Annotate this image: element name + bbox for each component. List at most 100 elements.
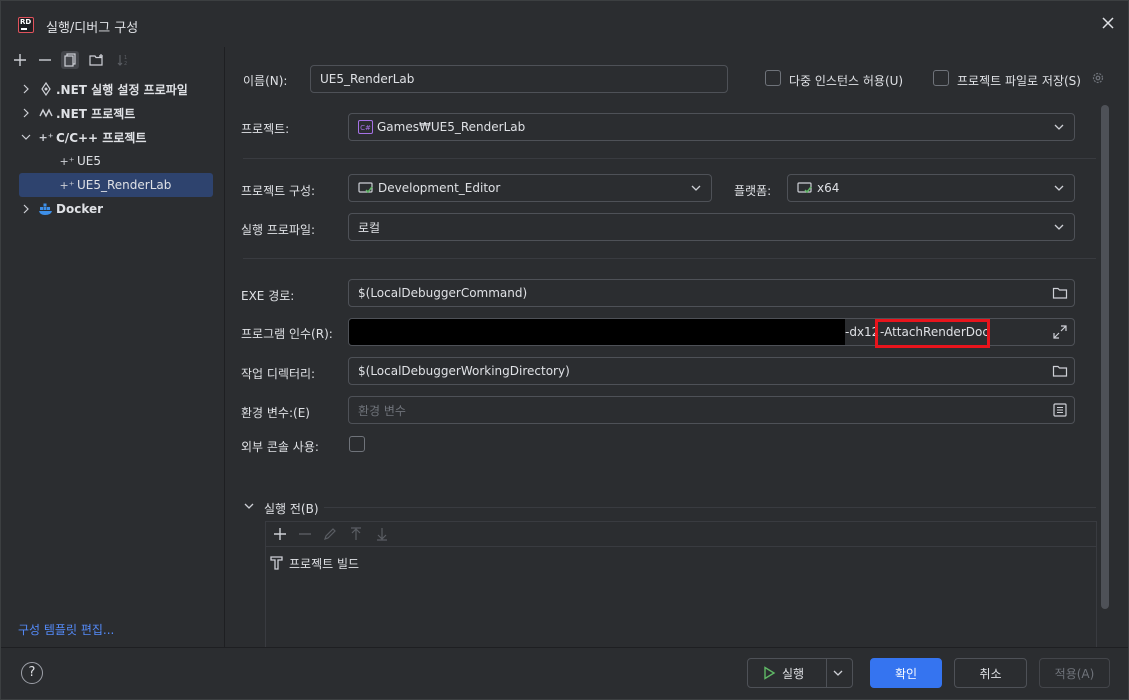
run-debug-config-dialog: RD 실행/디버그 구성 12 .NET 실행 설정 프로파일 .NET 프로젝… [0,0,1129,700]
multi-instance-label: 다중 인스턴스 허용(U) [789,74,904,88]
add-icon[interactable] [11,51,29,69]
remove-icon[interactable] [297,526,313,542]
launch-profile-combo[interactable]: 로컬 [348,213,1075,241]
expand-icon[interactable] [1052,324,1068,340]
project-config-label: 프로젝트 구성: [241,184,316,198]
folder-icon[interactable] [1052,285,1068,301]
chevron-right-icon[interactable] [18,105,34,121]
before-launch-list: 프로젝트 빌드 [265,521,1097,647]
tree-item-label: .NET 실행 설정 프로파일 [56,82,188,97]
run-icon [764,666,776,680]
dialog-footer: ? 실행 확인 취소 적용(A) [1,647,1128,699]
edit-icon[interactable] [322,526,338,542]
window-title: 실행/디버그 구성 [46,21,139,36]
remove-icon[interactable] [36,51,54,69]
scrollbar[interactable] [1101,105,1109,609]
program-args-label: 프로그램 인수(R): [241,327,333,341]
exe-path-value: $(LocalDebuggerCommand) [358,286,528,300]
name-field[interactable]: UE5_RenderLab [310,65,728,93]
list-edit-icon[interactable] [1052,402,1068,418]
working-dir-value: $(LocalDebuggerWorkingDirectory) [358,364,570,378]
tree-item-label: .NET 프로젝트 [56,106,136,121]
redacted-region [349,319,845,345]
store-project-label: 프로젝트 파일로 저장(S) [957,74,1081,88]
working-dir-label: 작업 디렉터리: [241,367,316,381]
platform-icon [797,180,813,196]
dotnet-launch-icon [38,81,54,97]
project-combo[interactable]: C# Games₩UE5_RenderLab [348,113,1075,141]
chevron-down-icon [1054,224,1064,230]
before-launch-toolbar [266,522,1096,547]
tree-item-label: Docker [56,202,104,216]
tree-toolbar: 12 [1,47,225,71]
copy-icon[interactable] [61,51,79,69]
store-project-checkbox[interactable] [933,70,949,86]
dotnet-project-icon [38,105,54,121]
cpp-icon: +⁺ [59,178,75,192]
before-launch-item-label: 프로젝트 빌드 [289,556,360,571]
cpp-icon: +⁺ [59,154,75,168]
help-button[interactable]: ? [21,662,43,684]
separator [243,158,1096,159]
chevron-down-icon [1054,185,1064,191]
new-folder-icon[interactable] [88,51,106,69]
config-icon [358,180,374,196]
chevron-down-icon[interactable] [18,129,34,145]
cpp-icon: +⁺ [38,130,54,144]
env-field[interactable]: 환경 변수 [348,396,1075,424]
logo-text: RD [20,18,32,26]
env-label: 환경 변수:(E) [241,406,310,420]
tree-item-ue5-renderlab[interactable]: +⁺ UE5_RenderLab [19,173,213,197]
config-form: 이름(N): UE5_RenderLab 다중 인스턴스 허용(U) 프로젝트 … [226,47,1128,647]
platform-label: 플랫폼: [734,184,772,198]
separator [324,507,1096,508]
folder-icon[interactable] [1052,363,1068,379]
run-split-button[interactable]: 실행 [747,658,853,688]
sort-icon[interactable]: 12 [114,51,132,69]
hammer-icon [270,556,283,570]
chevron-right-icon[interactable] [18,81,34,97]
before-launch-item[interactable]: 프로젝트 빌드 [269,554,359,572]
docker-icon [38,201,54,217]
tree-item-dotnet-launch[interactable]: .NET 실행 설정 프로파일 [18,77,188,101]
env-placeholder: 환경 변수 [358,403,406,418]
tree-item-label: C/C++ 프로젝트 [56,130,147,145]
tree-item-ue5[interactable]: +⁺ UE5 [59,149,101,173]
config-tree-panel: 12 .NET 실행 설정 프로파일 .NET 프로젝트 +⁺ C/C++ 프로… [1,47,225,647]
before-launch-label[interactable]: 실행 전(B) [264,500,319,517]
working-dir-field[interactable]: $(LocalDebuggerWorkingDirectory) [348,357,1075,385]
launch-profile-label: 실행 프로파일: [241,223,316,237]
platform-combo[interactable]: x64 [787,174,1075,202]
add-icon[interactable] [272,526,288,542]
launch-profile-value: 로컬 [358,220,381,235]
external-console-label: 외부 콘솔 사용: [241,440,319,454]
gear-icon[interactable] [1091,71,1105,85]
chevron-down-icon[interactable] [832,667,844,679]
project-config-combo[interactable]: Development_Editor [348,174,712,202]
chevron-right-icon[interactable] [18,201,34,217]
chevron-down-icon [1054,124,1064,130]
project-label: 프로젝트: [241,122,290,136]
highlight-annotation [875,319,990,348]
close-icon[interactable] [1100,15,1116,31]
tree-item-label: UE5 [77,154,101,168]
apply-button[interactable]: 적용(A) [1039,658,1110,688]
tree-item-dotnet-project[interactable]: .NET 프로젝트 [18,101,135,125]
run-label: 실행 [782,666,805,681]
csharp-project-icon: C# [358,120,373,134]
exe-path-field[interactable]: $(LocalDebuggerCommand) [348,279,1075,307]
chevron-down-icon[interactable] [243,500,255,512]
move-up-icon[interactable] [348,526,364,542]
move-down-icon[interactable] [374,526,390,542]
multi-instance-checkbox[interactable] [765,70,781,86]
svg-text:2: 2 [124,61,127,67]
chevron-down-icon [691,185,701,191]
external-console-checkbox[interactable] [349,436,365,452]
ok-button[interactable]: 확인 [870,658,942,688]
tree-item-docker[interactable]: Docker [18,197,103,221]
project-config-value: Development_Editor [378,181,501,195]
rider-logo-icon: RD [18,17,34,33]
tree-item-cpp-project[interactable]: +⁺ C/C++ 프로젝트 [18,125,146,149]
edit-templates-link[interactable]: 구성 템플릿 편집... [18,621,114,638]
cancel-button[interactable]: 취소 [954,658,1027,688]
